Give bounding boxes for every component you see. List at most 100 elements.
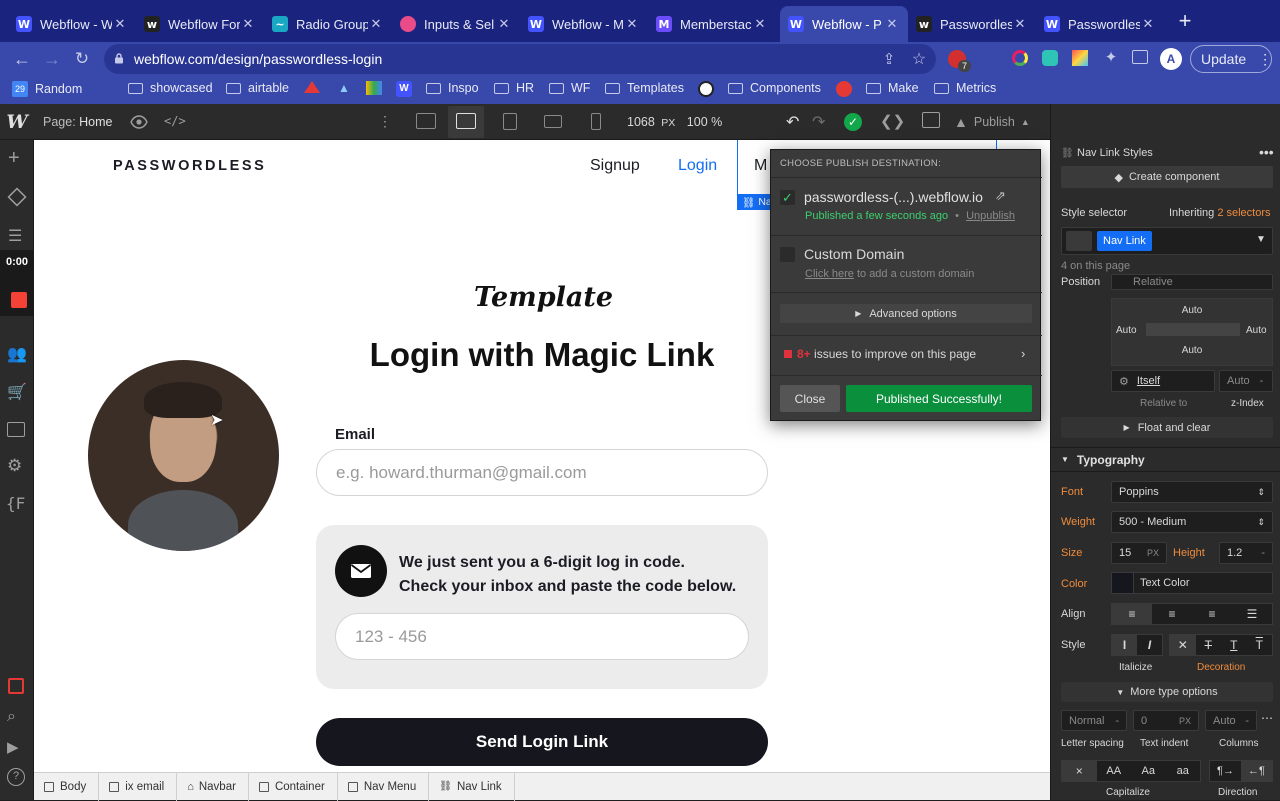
bookmark-folder[interactable]: WF xyxy=(549,81,590,95)
breadcrumb-item[interactable]: ⛓ Nav Link xyxy=(429,772,515,801)
forward-arrow-icon[interactable]: → xyxy=(42,49,62,69)
chevron-down-icon[interactable]: ▼ xyxy=(1256,234,1266,245)
bookmark-star-icon[interactable]: ☆ xyxy=(910,49,928,68)
text-indent-input[interactable]: 0 PX xyxy=(1133,710,1199,731)
case-none-icon[interactable]: × xyxy=(1062,761,1097,781)
bookmark-folder[interactable]: Make xyxy=(866,81,919,95)
browser-tab[interactable]: M Memberstac ✕ xyxy=(648,6,776,42)
bookmark-item[interactable] xyxy=(366,81,382,95)
selector-field[interactable]: Nav Link ▼ xyxy=(1061,227,1273,255)
audit-icon[interactable] xyxy=(8,678,24,694)
calendar-bookmark[interactable]: 29 Random xyxy=(12,81,82,97)
ltr-direction-icon[interactable]: ¶→ xyxy=(1210,761,1241,781)
bookmark-folder[interactable]: HR xyxy=(494,81,534,95)
url-text[interactable]: webflow.com/design/passwordless-login xyxy=(134,51,382,67)
profile-avatar[interactable]: A xyxy=(1160,48,1182,70)
bookmark-item[interactable] xyxy=(698,81,714,97)
advanced-options-toggle[interactable]: ▶ Advanced options xyxy=(780,304,1032,323)
share-icon[interactable]: ⇪ xyxy=(880,50,898,68)
offset-bottom[interactable]: Auto xyxy=(1112,345,1272,356)
send-login-link-button[interactable]: Send Login Link xyxy=(316,718,768,766)
overline-icon[interactable]: T xyxy=(1247,635,1273,655)
decoration-none-icon[interactable]: ✕ xyxy=(1170,635,1196,655)
close-tab-icon[interactable]: ✕ xyxy=(1140,16,1156,32)
breadcrumb-item[interactable]: Body xyxy=(34,772,100,801)
underline-icon[interactable]: T xyxy=(1221,635,1247,655)
bookmark-item[interactable] xyxy=(304,81,320,93)
lowercase-icon[interactable]: aa xyxy=(1166,761,1201,781)
bookmark-item[interactable] xyxy=(836,81,852,97)
close-tab-icon[interactable]: ✕ xyxy=(240,16,256,32)
breadcrumb-item[interactable]: Nav Menu xyxy=(338,772,430,801)
selector-menu-icon[interactable] xyxy=(1066,231,1092,251)
issues-row[interactable]: 8+ issues to improve on this page xyxy=(797,347,976,361)
symbols-cube-icon[interactable] xyxy=(7,187,27,207)
close-tab-icon[interactable]: ✕ xyxy=(496,16,512,32)
nav-link-signup[interactable]: Signup xyxy=(590,157,640,175)
page-switcher[interactable]: Page: Home xyxy=(43,115,113,129)
browser-tab[interactable]: W Webflow - M ✕ xyxy=(520,6,648,42)
align-center-icon[interactable]: ≡ xyxy=(1152,604,1192,624)
staging-checkbox[interactable]: ✓ xyxy=(780,190,795,205)
stop-recording-icon[interactable] xyxy=(11,292,27,308)
breadcrumb-item[interactable]: ⌂ Navbar xyxy=(177,772,249,801)
capitalize-icon[interactable]: Aa xyxy=(1131,761,1166,781)
browser-tab[interactable]: W Passwordles ✕ xyxy=(1036,6,1164,42)
z-index-input[interactable]: Auto - xyxy=(1219,370,1273,392)
code-export-icon[interactable]: </> xyxy=(164,114,186,128)
close-tab-icon[interactable]: ✕ xyxy=(752,16,768,32)
inheriting-info[interactable]: Inheriting 2 selectors xyxy=(1169,207,1271,219)
reload-icon[interactable]: ↻ xyxy=(72,49,92,69)
cms-icon[interactable]: {F xyxy=(6,494,25,513)
color-swatch[interactable] xyxy=(1112,573,1134,593)
browser-tab[interactable]: W Webflow - W ✕ xyxy=(8,6,136,42)
code-input[interactable]: 123 - 456 xyxy=(335,613,749,660)
browser-tab[interactable]: Inputs & Sel ✕ xyxy=(392,6,520,42)
puzzle-extensions-icon[interactable]: ✦ xyxy=(1102,48,1120,66)
export-share-icon[interactable] xyxy=(922,112,940,128)
users-icon[interactable]: 👥 xyxy=(7,344,27,364)
align-left-icon[interactable]: ≡ xyxy=(1112,604,1152,624)
add-elements-icon[interactable]: + xyxy=(8,148,20,168)
nav-link-more[interactable]: M xyxy=(754,157,767,175)
email-input[interactable]: e.g. howard.thurman@gmail.com xyxy=(316,449,768,496)
ecommerce-cart-icon[interactable]: 🛒 xyxy=(7,382,27,402)
create-component-button[interactable]: ◆ Create component xyxy=(1061,166,1273,188)
uppercase-icon[interactable]: AA xyxy=(1097,761,1132,781)
staging-domain[interactable]: passwordless-(...).webflow.io xyxy=(804,189,983,205)
font-select[interactable]: Poppins ⇕ xyxy=(1111,481,1273,503)
undo-icon[interactable]: ↶ xyxy=(786,112,799,132)
close-tab-icon[interactable]: ✕ xyxy=(112,16,128,32)
more-horizontal-icon[interactable]: ⋯ xyxy=(1261,711,1273,725)
extension-icon[interactable] xyxy=(1072,50,1088,66)
bookmark-folder[interactable]: Metrics xyxy=(934,81,996,95)
mobile-portrait-icon[interactable] xyxy=(591,113,601,130)
bookmark-item[interactable]: W xyxy=(396,81,412,97)
offset-left[interactable]: Auto xyxy=(1116,325,1137,336)
side-panel-icon[interactable] xyxy=(1132,50,1148,64)
code-editor-icon[interactable]: ❮❯ xyxy=(880,112,905,130)
custom-domain-checkbox[interactable] xyxy=(780,247,795,262)
unpublish-link[interactable]: Unpublish xyxy=(966,210,1015,222)
offset-top[interactable]: Auto xyxy=(1112,305,1272,316)
italic-on-icon[interactable]: I xyxy=(1137,635,1162,655)
more-type-options-toggle[interactable]: ▼ More type options xyxy=(1061,682,1273,702)
more-horizontal-icon[interactable]: ••• xyxy=(1259,144,1274,160)
help-icon[interactable]: ? xyxy=(7,768,25,786)
align-right-icon[interactable]: ≡ xyxy=(1192,604,1232,624)
letter-spacing-input[interactable]: Normal - xyxy=(1061,710,1127,731)
weight-select[interactable]: 500 - Medium ⇕ xyxy=(1111,511,1273,533)
italic-off-icon[interactable]: I xyxy=(1112,635,1137,655)
relative-to-select[interactable]: ⚙ Itself xyxy=(1111,370,1215,392)
brand-logo[interactable]: PASSWORDLESS xyxy=(113,158,266,174)
back-arrow-icon[interactable]: ← xyxy=(12,49,32,69)
navigator-layers-icon[interactable]: ☰ xyxy=(8,226,22,246)
new-tab-button[interactable]: + xyxy=(1174,10,1196,32)
breadcrumb-item[interactable]: ix email xyxy=(99,772,178,801)
browser-tab[interactable]: w Webflow For ✕ xyxy=(136,6,264,42)
close-tab-icon[interactable]: ✕ xyxy=(1012,16,1028,32)
mobile-landscape-icon[interactable] xyxy=(544,115,562,128)
close-tab-icon[interactable]: ✕ xyxy=(368,16,384,32)
nav-link-login[interactable]: Login xyxy=(678,157,717,175)
rtl-direction-icon[interactable]: ←¶ xyxy=(1241,761,1272,781)
